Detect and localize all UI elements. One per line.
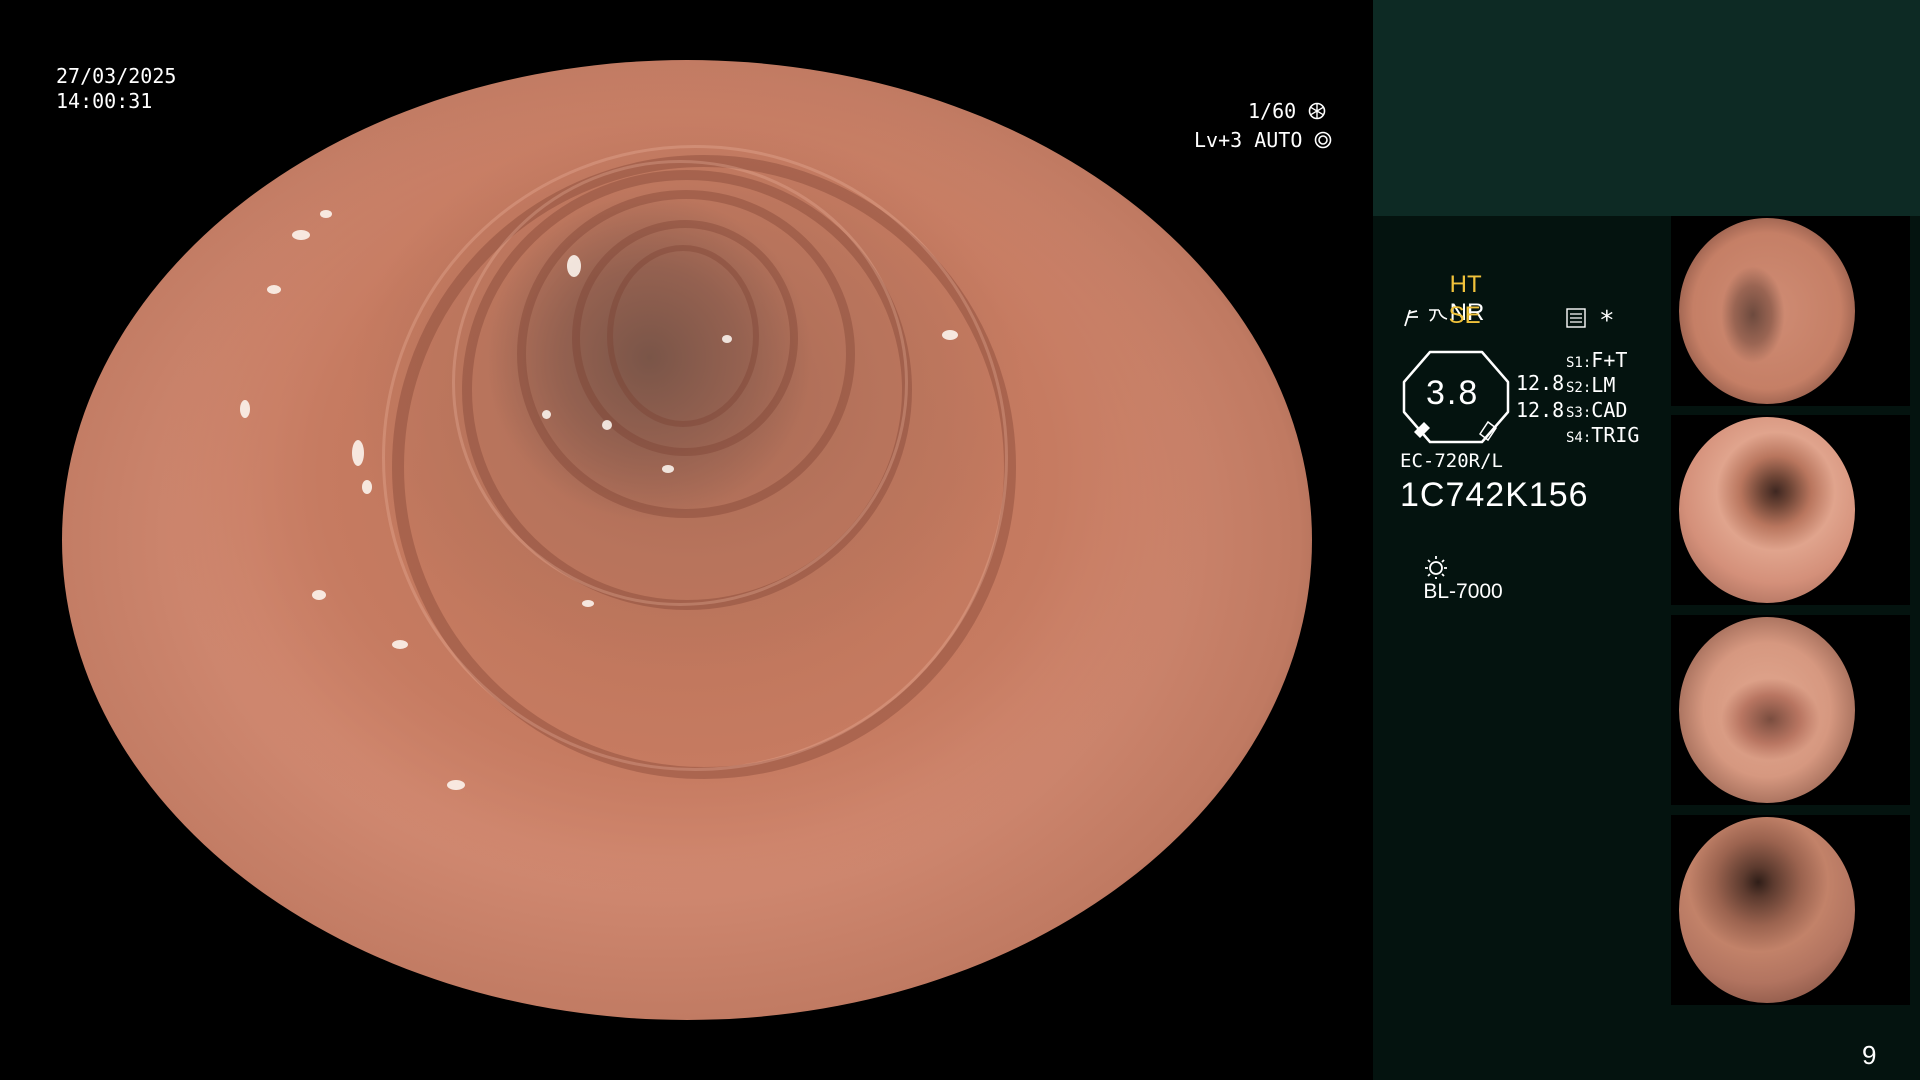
scope-serial: 1C742K156 <box>1400 476 1589 514</box>
light-source-label: BL-7000 <box>1423 580 1503 603</box>
thumbnail-image <box>1679 617 1855 803</box>
switch-key: S2: <box>1566 380 1592 396</box>
specular-highlight <box>267 285 281 294</box>
specular-highlight <box>602 420 612 430</box>
osd-date: 27/03/2025 <box>56 64 177 88</box>
processor-info-panel: HT NR SE * 3.8 12.8 12.8 S1:F+T S2:LM S3… <box>1373 0 1920 1080</box>
specular-highlight <box>392 640 408 649</box>
switch-value: F+T <box>1591 348 1628 372</box>
specular-highlight <box>447 780 465 790</box>
captured-thumbnail[interactable] <box>1671 615 1910 805</box>
specular-highlight <box>662 465 674 473</box>
specular-highlight <box>722 335 732 343</box>
page-number: 9 <box>1862 1040 1877 1070</box>
captured-thumbnail[interactable] <box>1671 216 1910 406</box>
specular-highlight <box>292 230 310 240</box>
shutter-value: 1/60 <box>1248 99 1297 123</box>
switch-value: LM <box>1591 373 1616 397</box>
switch-key: S3: <box>1566 405 1592 421</box>
specular-highlight <box>240 400 250 418</box>
gauge-value: 3.8 <box>1426 374 1480 412</box>
switch-row: S2:LM <box>1566 373 1639 398</box>
specular-highlight <box>312 590 326 600</box>
scope-model: EC-720R/L <box>1400 450 1503 472</box>
switch-value: TRIG <box>1591 423 1640 447</box>
switch-value: CAD <box>1591 398 1628 422</box>
freeze-icon <box>1404 309 1418 327</box>
light-source-row: BL-7000 <box>1400 530 1503 628</box>
thumbnail-image <box>1679 218 1855 404</box>
specular-highlight <box>362 480 372 494</box>
osd-time: 14:00:31 <box>56 89 153 113</box>
specular-highlight <box>942 330 958 340</box>
panel-header <box>1373 0 1920 216</box>
specular-highlight <box>567 255 581 277</box>
endoscopic-image <box>62 60 1312 1020</box>
captured-thumbnail[interactable] <box>1671 815 1910 1005</box>
light-source-icon <box>1425 556 1448 579</box>
captured-thumbnail[interactable] <box>1671 415 1910 605</box>
gauge-side-top: 12.8 <box>1516 371 1565 395</box>
menu-icon <box>1566 308 1586 328</box>
switch-row: S4:TRIG <box>1566 423 1639 448</box>
switch-key: S1: <box>1566 355 1592 371</box>
enhance-icon <box>1428 309 1447 322</box>
zoom-gauge: 3.8 <box>1400 350 1512 444</box>
gauge-side-bottom: 12.8 <box>1516 398 1565 422</box>
thumbnail-image <box>1679 817 1855 1003</box>
osd-iris: Lv+3 AUTO <box>1194 128 1332 153</box>
specular-highlight <box>320 210 332 218</box>
thumbnail-image <box>1679 417 1855 603</box>
switch-key: S4: <box>1566 430 1592 446</box>
mode-se: SE <box>1448 302 1481 329</box>
switch-row: S3:CAD <box>1566 398 1639 423</box>
switch-row: S1:F+T <box>1566 348 1639 373</box>
iris-value: Lv+3 AUTO <box>1194 128 1303 152</box>
specular-highlight <box>582 600 594 607</box>
shutter-icon <box>1308 102 1326 120</box>
switch-list: S1:F+T S2:LM S3:CAD S4:TRIG <box>1566 348 1639 448</box>
specular-highlight <box>542 410 551 419</box>
iris-icon <box>1315 131 1332 149</box>
endoscopy-viewport: 27/03/2025 14:00:31 1/60 Lv+3 AUTO <box>0 0 1373 1080</box>
specular-highlight <box>352 440 364 466</box>
osd-shutter: 1/60 <box>1248 99 1326 124</box>
fold-highlight <box>452 160 908 606</box>
star-indicator: * <box>1599 306 1615 336</box>
